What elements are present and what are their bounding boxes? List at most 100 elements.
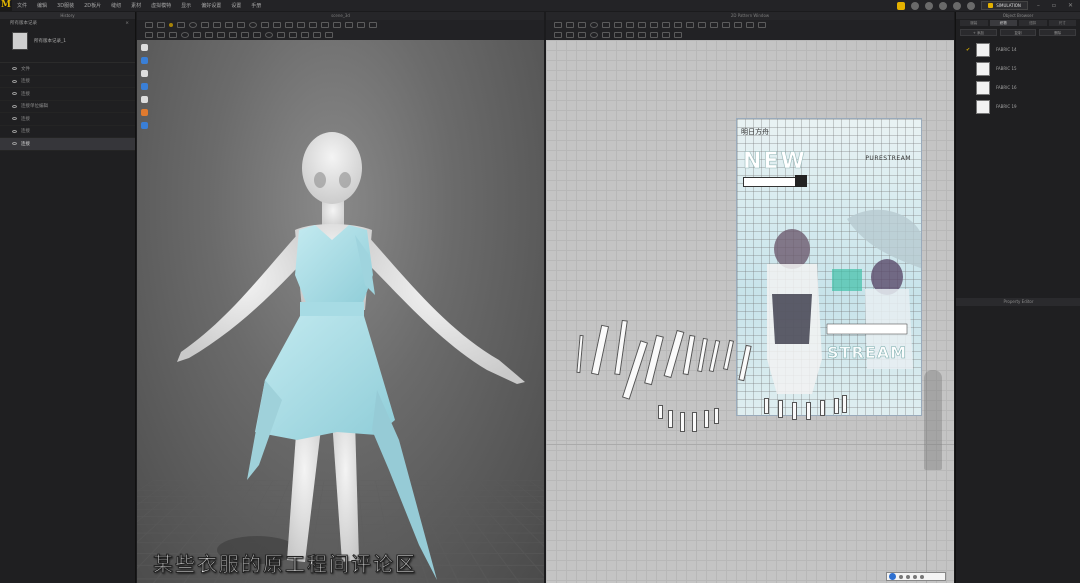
- pattern-piece[interactable]: [692, 412, 697, 432]
- pattern-piece[interactable]: [764, 398, 769, 414]
- pattern-piece[interactable]: [682, 334, 696, 376]
- tape-tool-icon[interactable]: [321, 22, 329, 28]
- segment-sewing-icon[interactable]: [265, 32, 273, 38]
- select-move-tool-icon[interactable]: [145, 22, 153, 28]
- annotation-icon[interactable]: [313, 32, 321, 38]
- menu-sewing[interactable]: 缝纫: [106, 2, 126, 9]
- internal-polygon-icon[interactable]: [229, 32, 237, 38]
- topstitch-tool-icon[interactable]: [297, 22, 305, 28]
- 2d-transform-icon[interactable]: [566, 22, 574, 28]
- piping-tool-icon[interactable]: [333, 22, 341, 28]
- menu-settings[interactable]: 设置: [226, 2, 246, 9]
- 2d-edit-icon[interactable]: [578, 22, 586, 28]
- status-widget[interactable]: [886, 572, 946, 581]
- 2d-button-icon[interactable]: [602, 32, 610, 38]
- fold-tool-icon[interactable]: [177, 22, 185, 28]
- pattern-piece[interactable]: [708, 339, 721, 373]
- menu-3d-garment[interactable]: 3D服装: [52, 2, 79, 9]
- menu-materials[interactable]: 素材: [126, 2, 146, 9]
- tack-tool-icon[interactable]: [213, 22, 221, 28]
- fabric-item[interactable]: FABRIC 15: [956, 59, 1080, 78]
- edit-pattern-icon[interactable]: [157, 32, 165, 38]
- eye-icon[interactable]: [12, 67, 17, 71]
- menu-manual[interactable]: 手册: [246, 2, 266, 9]
- pattern-piece[interactable]: [668, 410, 673, 428]
- history-item[interactable]: 连接: [0, 88, 135, 101]
- history-item[interactable]: 连接: [0, 126, 135, 138]
- graphic-tool-icon[interactable]: [261, 22, 269, 28]
- 2d-sewing-icon[interactable]: [554, 32, 562, 38]
- symmetry-icon[interactable]: [325, 32, 333, 38]
- pattern-piece[interactable]: [834, 398, 839, 414]
- 2d-grading-icon[interactable]: [674, 22, 682, 28]
- check-icon[interactable]: [967, 1, 976, 10]
- pattern-piece[interactable]: [806, 402, 811, 420]
- pattern-piece[interactable]: [722, 339, 735, 371]
- pattern-piece[interactable]: [614, 319, 628, 376]
- pattern-piece[interactable]: [697, 337, 708, 373]
- eye-icon[interactable]: [12, 129, 17, 133]
- garment-display-icon[interactable]: [141, 83, 148, 90]
- 2d-notch-icon[interactable]: [734, 22, 742, 28]
- pattern-piece[interactable]: [621, 340, 649, 400]
- 3d-viewport[interactable]: 某些衣服的原工程间评论区: [137, 40, 544, 583]
- button-tool-icon[interactable]: [273, 22, 281, 28]
- copy-button[interactable]: 复制: [999, 29, 1037, 36]
- simulation-button[interactable]: SIMULATION: [981, 1, 1028, 10]
- 2d-layout-icon[interactable]: [662, 32, 670, 38]
- avatar-display-icon[interactable]: [141, 70, 148, 77]
- eye-icon[interactable]: [12, 117, 17, 121]
- tab-button[interactable]: 纽扣: [1019, 20, 1047, 26]
- select-mesh-tool-icon[interactable]: [157, 22, 165, 28]
- tab-fabric[interactable]: 织物: [989, 20, 1017, 26]
- pattern-piece[interactable]: [704, 410, 709, 428]
- pattern-piece[interactable]: [842, 395, 847, 413]
- 2d-grid-icon[interactable]: [674, 32, 682, 38]
- avatar-model[interactable]: [137, 40, 544, 583]
- measure-tool-icon[interactable]: [225, 22, 233, 28]
- texture-tool-icon[interactable]: [249, 22, 257, 28]
- pattern-piece[interactable]: [820, 400, 825, 416]
- pattern-piece[interactable]: [658, 405, 663, 419]
- 2d-polygon-icon[interactable]: [626, 22, 634, 28]
- menu-display[interactable]: 显示: [176, 2, 196, 9]
- history-item-selected[interactable]: 连接: [0, 138, 135, 151]
- arrange-tool-icon[interactable]: [201, 22, 209, 28]
- delete-button[interactable]: 删除: [1039, 29, 1077, 36]
- reference-image[interactable]: 明日方舟 NEW PURESTREAM STREAM: [736, 118, 922, 416]
- avatar-tool-icon[interactable]: [345, 22, 353, 28]
- 2d-texture-icon[interactable]: [758, 22, 766, 28]
- display-mode-icon[interactable]: [141, 57, 148, 64]
- pattern-piece[interactable]: [680, 412, 685, 432]
- camera-icon[interactable]: [141, 44, 148, 51]
- view-tool-icon[interactable]: [145, 32, 153, 38]
- free-sewing-icon[interactable]: [277, 32, 285, 38]
- maximize-icon[interactable]: ▫: [1049, 2, 1059, 9]
- edit-point-icon[interactable]: [181, 32, 189, 38]
- fabric-item[interactable]: FABRIC 16: [956, 78, 1080, 97]
- polygon-icon[interactable]: [205, 32, 213, 38]
- menu-file[interactable]: 文件: [12, 2, 32, 9]
- history-item[interactable]: 连接: [0, 76, 135, 88]
- sewing-tool-icon[interactable]: [369, 22, 377, 28]
- pattern-piece[interactable]: [576, 334, 584, 374]
- menu-preferences[interactable]: 偏好设置: [196, 2, 226, 9]
- dart-icon[interactable]: [241, 32, 249, 38]
- history-item[interactable]: 连接单位编辑: [0, 101, 135, 113]
- 2d-ruler-icon[interactable]: [722, 22, 730, 28]
- pattern-piece[interactable]: [663, 329, 685, 379]
- pattern-piece[interactable]: [792, 402, 797, 420]
- eye-icon[interactable]: [12, 79, 17, 83]
- 2d-fold-icon[interactable]: [710, 22, 718, 28]
- 2d-annotation-icon[interactable]: [650, 32, 658, 38]
- edit-curvature-icon[interactable]: [169, 32, 177, 38]
- 2d-curve-icon[interactable]: [590, 22, 598, 28]
- rectangle-icon[interactable]: [193, 32, 201, 38]
- zipper-tool-icon[interactable]: [285, 22, 293, 28]
- check-sewing-icon[interactable]: [289, 32, 297, 38]
- pen-icon[interactable]: [141, 96, 148, 103]
- menu-2d-pattern[interactable]: 2D板片: [79, 2, 106, 9]
- pattern-piece[interactable]: [590, 324, 610, 376]
- pattern-piece[interactable]: [778, 400, 783, 418]
- 2d-dart-icon[interactable]: [662, 22, 670, 28]
